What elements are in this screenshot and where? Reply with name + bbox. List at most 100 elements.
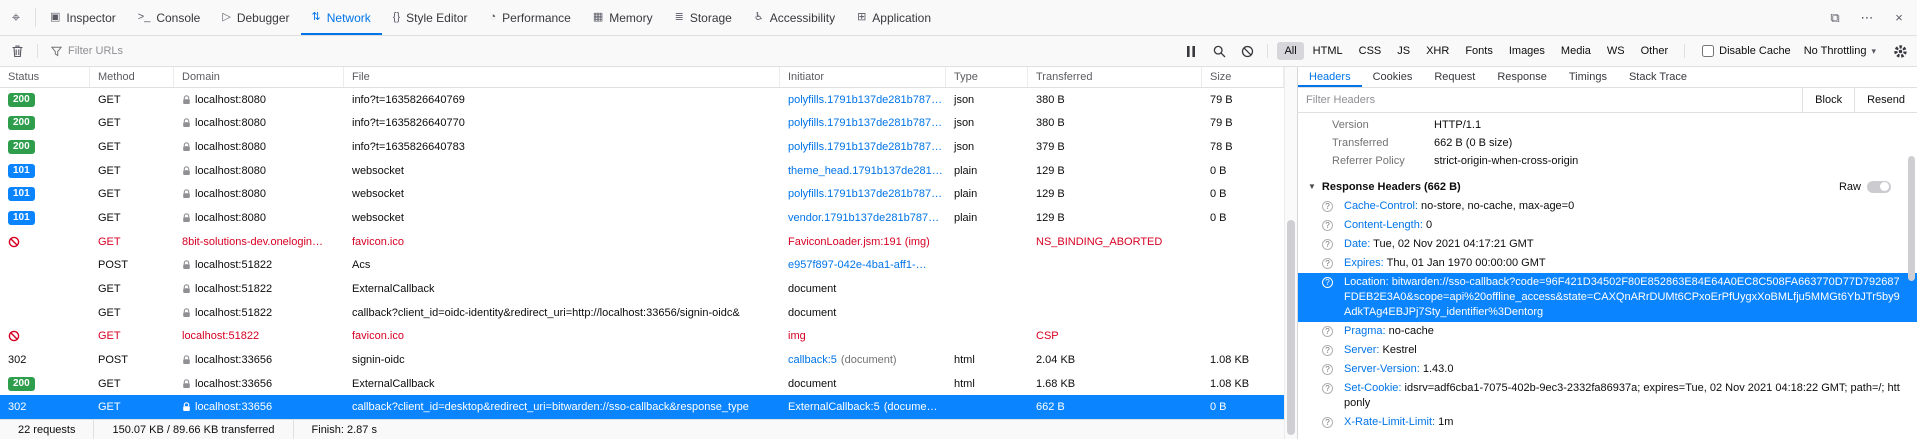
detail-tab-headers[interactable]: Headers bbox=[1298, 67, 1362, 87]
detail-tab-timings[interactable]: Timings bbox=[1558, 67, 1618, 87]
filter-js[interactable]: JS bbox=[1390, 42, 1417, 60]
scrollbar-thumb[interactable] bbox=[1908, 156, 1915, 281]
initiator-link[interactable]: polyfills.1791b137de281b787… bbox=[788, 188, 942, 200]
request-row[interactable]: 200GETlocalhost:8080info?t=1635826640769… bbox=[0, 88, 1284, 112]
tab-application[interactable]: ⊞Application bbox=[846, 0, 942, 35]
response-headers-section-header[interactable]: ▼ Response Headers (662 B) Raw bbox=[1298, 176, 1917, 197]
help-icon[interactable]: ? bbox=[1322, 220, 1333, 231]
tab-performance[interactable]: ◔Performance bbox=[478, 0, 581, 35]
response-header-row[interactable]: ?Date: Tue, 02 Nov 2021 04:17:21 GMT bbox=[1298, 235, 1917, 254]
throttling-dropdown[interactable]: No Throttling ▾ bbox=[1797, 42, 1883, 60]
help-icon[interactable]: ? bbox=[1322, 277, 1333, 288]
response-header-row[interactable]: ?Server: Kestrel bbox=[1298, 341, 1917, 360]
tab-accessibility[interactable]: ♿Accessibility bbox=[743, 0, 846, 35]
request-row[interactable]: GETlocalhost:51822ExternalCallbackdocume… bbox=[0, 277, 1284, 301]
resend-button[interactable]: Resend bbox=[1854, 88, 1917, 112]
response-header-row[interactable]: ?Pragma: no-cache bbox=[1298, 322, 1917, 341]
request-row[interactable]: 302POSTlocalhost:33656signin-oidccallbac… bbox=[0, 348, 1284, 372]
response-header-row[interactable]: ?Expires: Thu, 01 Jan 1970 00:00:00 GMT bbox=[1298, 254, 1917, 273]
request-row[interactable]: GETlocalhost:51822callback?client_id=oid… bbox=[0, 301, 1284, 325]
column-header-method[interactable]: Method bbox=[90, 67, 174, 87]
filter-fonts[interactable]: Fonts bbox=[1458, 42, 1500, 60]
tab-console[interactable]: >_Console bbox=[127, 0, 212, 35]
request-row[interactable]: 101GETlocalhost:8080websocketpolyfills.1… bbox=[0, 183, 1284, 207]
details-scrollbar[interactable] bbox=[1906, 114, 1917, 439]
column-header-initiator[interactable]: Initiator bbox=[780, 67, 946, 87]
element-picker-button[interactable]: ⌖ bbox=[0, 0, 32, 35]
tab-storage[interactable]: ≣Storage bbox=[664, 0, 743, 35]
initiator-link[interactable]: callback:5 bbox=[788, 354, 837, 366]
help-icon[interactable]: ? bbox=[1322, 239, 1333, 250]
tab-inspector[interactable]: ▣Inspector bbox=[39, 0, 127, 35]
help-icon[interactable]: ? bbox=[1322, 417, 1333, 428]
detail-tab-stack-trace[interactable]: Stack Trace bbox=[1618, 67, 1698, 87]
detail-tab-cookies[interactable]: Cookies bbox=[1362, 67, 1424, 87]
column-header-transferred[interactable]: Transferred bbox=[1028, 67, 1202, 87]
disable-cache-checkbox[interactable] bbox=[1702, 45, 1714, 57]
disable-cache-option[interactable]: Disable Cache bbox=[1702, 45, 1791, 57]
detail-tab-request[interactable]: Request bbox=[1423, 67, 1486, 87]
filter-urls-input[interactable] bbox=[68, 45, 1174, 57]
help-icon[interactable]: ? bbox=[1322, 345, 1333, 356]
cell-transferred: NS_BINDING_ABORTED bbox=[1028, 230, 1202, 254]
tab-debugger[interactable]: ▷Debugger bbox=[211, 0, 300, 35]
response-header-row[interactable]: ?Server-Version: 1.43.0 bbox=[1298, 360, 1917, 379]
filter-images[interactable]: Images bbox=[1502, 42, 1552, 60]
requests-scrollbar[interactable] bbox=[1284, 67, 1297, 439]
help-icon[interactable]: ? bbox=[1322, 258, 1333, 269]
initiator-link[interactable]: polyfills.1791b137de281b787… bbox=[788, 141, 942, 153]
column-header-file[interactable]: File bbox=[344, 67, 780, 87]
request-blocking-button[interactable] bbox=[1236, 40, 1258, 62]
tab-memory[interactable]: ▦Memory bbox=[582, 0, 664, 35]
request-row[interactable]: GET8bit-solutions-dev.onelogin…favicon.i… bbox=[0, 230, 1284, 254]
initiator-link[interactable]: polyfills.1791b137de281b787… bbox=[788, 94, 942, 106]
initiator-link[interactable]: theme_head.1791b137de281… bbox=[788, 165, 943, 177]
filter-other[interactable]: Other bbox=[1634, 42, 1676, 60]
filter-all[interactable]: All bbox=[1277, 42, 1303, 60]
request-row[interactable]: GETlocalhost:51822favicon.icoimgCSP bbox=[0, 324, 1284, 348]
tab-network[interactable]: ⇅Network bbox=[301, 0, 382, 35]
initiator-link[interactable]: polyfills.1791b137de281b787… bbox=[788, 117, 942, 129]
filter-xhr[interactable]: XHR bbox=[1419, 42, 1456, 60]
close-devtools-button[interactable]: × bbox=[1889, 8, 1909, 28]
request-row[interactable]: 200GETlocalhost:8080info?t=1635826640783… bbox=[0, 135, 1284, 159]
response-header-row[interactable]: ?Location: bitwarden://sso-callback?code… bbox=[1298, 273, 1917, 322]
column-header-type[interactable]: Type bbox=[946, 67, 1028, 87]
initiator-link[interactable]: e957f897-042e-4ba1-aff1-… bbox=[788, 259, 927, 271]
request-row[interactable]: 101GETlocalhost:8080websocketvendor.1791… bbox=[0, 206, 1284, 230]
network-settings-button[interactable] bbox=[1889, 40, 1911, 62]
filter-css[interactable]: CSS bbox=[1352, 42, 1389, 60]
filter-headers-input[interactable] bbox=[1298, 88, 1802, 112]
request-row[interactable]: 101GETlocalhost:8080websockettheme_head.… bbox=[0, 159, 1284, 183]
block-url-button[interactable]: Block bbox=[1802, 88, 1854, 112]
raw-toggle[interactable] bbox=[1867, 181, 1891, 193]
filter-media[interactable]: Media bbox=[1554, 42, 1598, 60]
initiator-link[interactable]: vendor.1791b137de281b787… bbox=[788, 212, 939, 224]
column-header-status[interactable]: Status bbox=[0, 67, 90, 87]
filter-ws[interactable]: WS bbox=[1600, 42, 1632, 60]
separate-window-button[interactable]: ⧉ bbox=[1825, 8, 1845, 28]
request-row[interactable]: 302GETlocalhost:33656callback?client_id=… bbox=[0, 395, 1284, 419]
request-row[interactable]: 200GETlocalhost:33656ExternalCallbackdoc… bbox=[0, 372, 1284, 396]
column-header-size[interactable]: Size bbox=[1202, 67, 1284, 87]
help-icon[interactable]: ? bbox=[1322, 201, 1333, 212]
response-header-row[interactable]: ?Cache-Control: no-store, no-cache, max-… bbox=[1298, 197, 1917, 216]
detail-tab-response[interactable]: Response bbox=[1486, 67, 1558, 87]
initiator-link[interactable]: ExternalCallback:5 bbox=[788, 401, 880, 413]
pause-traffic-button[interactable] bbox=[1180, 40, 1202, 62]
help-icon[interactable]: ? bbox=[1322, 364, 1333, 375]
request-row[interactable]: 200GETlocalhost:8080info?t=1635826640770… bbox=[0, 112, 1284, 136]
help-icon[interactable]: ? bbox=[1322, 383, 1333, 394]
scrollbar-thumb[interactable] bbox=[1287, 220, 1295, 435]
column-header-domain[interactable]: Domain bbox=[174, 67, 344, 87]
help-icon[interactable]: ? bbox=[1322, 326, 1333, 337]
search-button[interactable] bbox=[1208, 40, 1230, 62]
filter-html[interactable]: HTML bbox=[1306, 42, 1350, 60]
request-row[interactable]: POSTlocalhost:51822Acse957f897-042e-4ba1… bbox=[0, 253, 1284, 277]
response-header-row[interactable]: ?X-Rate-Limit-Limit: 1m bbox=[1298, 413, 1917, 432]
tab-style-editor[interactable]: {}Style Editor bbox=[382, 0, 479, 35]
response-header-row[interactable]: ?Content-Length: 0 bbox=[1298, 216, 1917, 235]
response-header-row[interactable]: ?Set-Cookie: idsrv=adf6cba1-7075-402b-9e… bbox=[1298, 379, 1917, 413]
clear-requests-button[interactable] bbox=[6, 40, 28, 62]
devtools-menu-button[interactable]: ⋯ bbox=[1857, 8, 1877, 28]
